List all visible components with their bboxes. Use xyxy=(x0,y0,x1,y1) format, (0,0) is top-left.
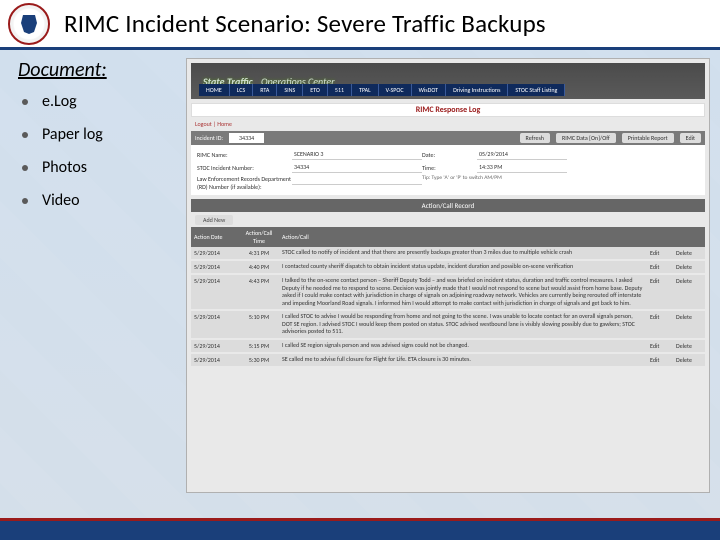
cell-time: 4:31 PM xyxy=(239,247,279,260)
nav-tab[interactable]: STOC Staff Listing xyxy=(508,84,565,96)
breadcrumb[interactable]: Logout | Home xyxy=(191,117,705,131)
table-row: 5/29/20144:31 PMSTOC called to notify of… xyxy=(191,247,705,260)
cell-date: 5/29/2014 xyxy=(191,247,239,260)
table-row: 5/29/20145:15 PMI called SE region signa… xyxy=(191,339,705,353)
add-new-button[interactable]: Add New xyxy=(195,215,233,225)
section-heading: Document: xyxy=(18,58,172,82)
cell-text: I called STOC to advise I would be respo… xyxy=(279,310,647,339)
row-delete-link[interactable]: Delete xyxy=(673,274,705,310)
row-edit-link[interactable]: Edit xyxy=(647,310,673,339)
date-field[interactable]: 05/29/2014 xyxy=(477,149,567,160)
date-label: Date: xyxy=(422,151,477,159)
rimc-name-field[interactable]: SCENARIO 3 xyxy=(292,149,422,160)
bullet-item: Photos xyxy=(22,158,172,177)
row-delete-link[interactable]: Delete xyxy=(673,339,705,353)
cell-text: I talked to the on-scene contact person … xyxy=(279,274,647,310)
row-edit-link[interactable]: Edit xyxy=(647,260,673,274)
table-row: 5/29/20144:40 PMI contacted county sheri… xyxy=(191,260,705,274)
app-banner: State Traffic Operations Center HOME LCS… xyxy=(191,63,705,99)
cell-date: 5/29/2014 xyxy=(191,353,239,367)
col-action-date: Action Date xyxy=(191,227,239,247)
le-number-label: Law Enforcement Records Department (RD) … xyxy=(197,175,292,191)
footer-band xyxy=(0,518,720,540)
col-action-time: Action/Call Time xyxy=(239,227,279,247)
response-log-header: RIMC Response Log xyxy=(191,103,705,117)
row-delete-link[interactable]: Delete xyxy=(673,260,705,274)
nav-tab[interactable]: SINS xyxy=(277,84,303,96)
nav-tab[interactable]: LCS xyxy=(230,84,253,96)
stoc-number-label: STOC Incident Number: xyxy=(197,164,292,172)
slide-title: RIMC Incident Scenario: Severe Traffic B… xyxy=(64,8,546,39)
nav-tab[interactable]: Driving Instructions xyxy=(446,84,508,96)
cell-text: I called SE region signals person and wa… xyxy=(279,339,647,353)
stoc-number-field[interactable]: 34334 xyxy=(292,162,422,173)
col-edit xyxy=(647,227,673,247)
cell-time: 5:10 PM xyxy=(239,310,279,339)
table-row: 5/29/20145:30 PMSE called me to advise f… xyxy=(191,353,705,367)
rimc-name-label: RIMC Name: xyxy=(197,151,292,159)
bullet-item: e.Log xyxy=(22,92,172,111)
cell-text: SE called me to advise full closure for … xyxy=(279,353,647,367)
refresh-button[interactable]: Refresh xyxy=(520,133,550,143)
incident-id-field[interactable]: 34334 xyxy=(229,133,264,143)
app-screenshot: State Traffic Operations Center HOME LCS… xyxy=(186,58,710,493)
bullet-panel: Document: e.Log Paper log Photos Video xyxy=(18,58,172,493)
cell-time: 4:43 PM xyxy=(239,274,279,310)
bullet-item: Paper log xyxy=(22,125,172,144)
action-log-table: Action Date Action/Call Time Action/Call… xyxy=(191,227,705,368)
row-edit-link[interactable]: Edit xyxy=(647,274,673,310)
cell-time: 4:40 PM xyxy=(239,260,279,274)
cell-date: 5/29/2014 xyxy=(191,310,239,339)
nav-tab[interactable]: TPAL xyxy=(352,84,379,96)
row-edit-link[interactable]: Edit xyxy=(647,247,673,260)
col-delete xyxy=(673,227,705,247)
row-delete-link[interactable]: Delete xyxy=(673,353,705,367)
rimc-toggle-button[interactable]: RIMC Data [On]/Off xyxy=(556,133,616,143)
table-row: 5/29/20145:10 PMI called STOC to advise … xyxy=(191,310,705,339)
incident-id-label: Incident ID: xyxy=(195,134,223,142)
cell-date: 5/29/2014 xyxy=(191,274,239,310)
printable-report-button[interactable]: Printable Report xyxy=(622,133,674,143)
col-action-call: Action/Call xyxy=(279,227,647,247)
nav-tab[interactable]: RTA xyxy=(253,84,277,96)
nav-tabs: HOME LCS RTA SINS ETO 511 TPAL V-SPOC Wi… xyxy=(199,84,565,96)
le-number-field[interactable] xyxy=(292,182,422,185)
nav-tab[interactable]: HOME xyxy=(199,84,230,96)
cell-time: 5:15 PM xyxy=(239,339,279,353)
cell-time: 5:30 PM xyxy=(239,353,279,367)
row-edit-link[interactable]: Edit xyxy=(647,339,673,353)
action-record-header: Action/Call Record xyxy=(191,199,705,212)
nav-tab[interactable]: V-SPOC xyxy=(379,84,412,96)
time-label: Time: xyxy=(422,164,477,172)
slide-header: RIMC Incident Scenario: Severe Traffic B… xyxy=(0,0,720,50)
nav-tab[interactable]: WisDOT xyxy=(412,84,447,96)
cell-date: 5/29/2014 xyxy=(191,339,239,353)
cell-text: STOC called to notify of incident and th… xyxy=(279,247,647,260)
row-edit-link[interactable]: Edit xyxy=(647,353,673,367)
bullet-item: Video xyxy=(22,191,172,210)
nav-tab[interactable]: 511 xyxy=(328,84,352,96)
edit-button[interactable]: Edit xyxy=(680,133,701,143)
time-tip: Tip: Type 'A' or 'P' to switch AM/PM xyxy=(422,175,567,181)
row-delete-link[interactable]: Delete xyxy=(673,247,705,260)
nav-tab[interactable]: ETO xyxy=(303,84,328,96)
wisconsin-seal-icon xyxy=(8,3,50,45)
cell-text: I contacted county sheriff dispatch to o… xyxy=(279,260,647,274)
cell-date: 5/29/2014 xyxy=(191,260,239,274)
row-delete-link[interactable]: Delete xyxy=(673,310,705,339)
incident-meta: RIMC Name: SCENARIO 3 Date: 05/29/2014 S… xyxy=(191,145,705,195)
time-field[interactable]: 14:33 PM xyxy=(477,162,567,173)
incident-toolbar: Incident ID: 34334 Refresh RIMC Data [On… xyxy=(191,131,705,145)
table-row: 5/29/20144:43 PMI talked to the on-scene… xyxy=(191,274,705,310)
